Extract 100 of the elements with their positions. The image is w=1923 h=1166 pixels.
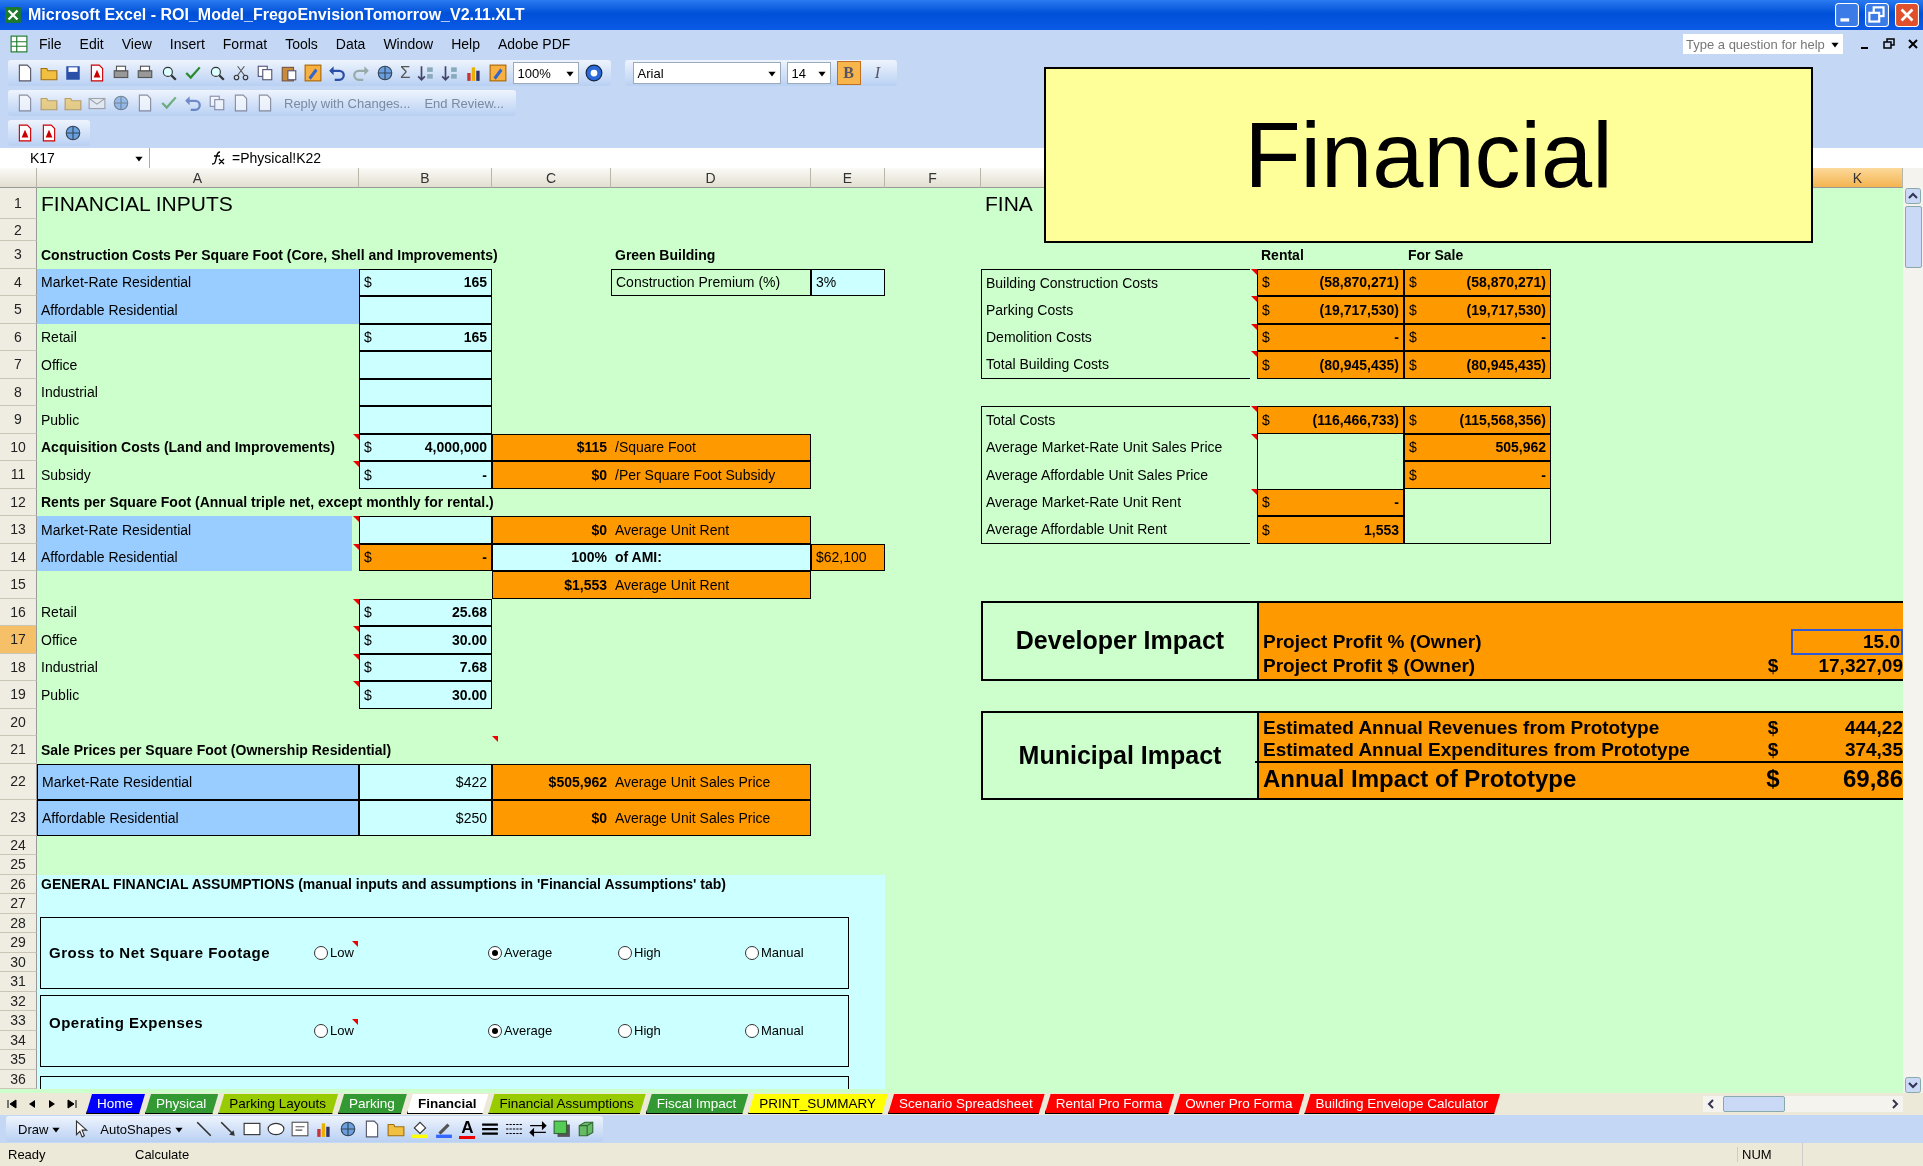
undo-icon[interactable] <box>328 64 346 82</box>
row-header[interactable]: 6 <box>0 323 37 351</box>
rectangle-icon[interactable] <box>243 1120 262 1138</box>
last-sheet-icon[interactable] <box>66 1098 78 1110</box>
sum-button[interactable]: Σ <box>400 63 411 83</box>
value-cell[interactable] <box>359 351 492 379</box>
value-cell[interactable]: $ 4,000,000 <box>359 433 492 461</box>
undo-icon[interactable] <box>184 94 202 112</box>
row-header[interactable]: 8 <box>0 378 37 406</box>
copy-icon[interactable] <box>208 94 226 112</box>
line-icon[interactable] <box>195 1120 214 1138</box>
sheet-tab[interactable]: Financial Assumptions <box>488 1094 646 1114</box>
menu-item[interactable]: View <box>114 34 159 54</box>
menu-item[interactable]: Data <box>328 34 373 54</box>
sheet-tab[interactable]: Home <box>86 1094 145 1114</box>
value-cell[interactable]: $ 7.68 <box>359 653 492 681</box>
first-sheet-icon[interactable] <box>6 1098 18 1110</box>
row-header[interactable]: 12 <box>0 488 37 516</box>
row-header[interactable]: 15 <box>0 571 37 599</box>
search-icon[interactable] <box>208 64 226 82</box>
column-header[interactable]: D <box>611 168 811 188</box>
checkmark-icon[interactable] <box>160 94 178 112</box>
checkmark-icon[interactable] <box>184 64 202 82</box>
shadow-icon[interactable] <box>553 1120 572 1138</box>
row-header[interactable]: 17 <box>0 626 37 654</box>
row-header[interactable]: 29 <box>0 933 37 953</box>
sheet-tab[interactable]: Owner Pro Forma <box>1174 1094 1305 1114</box>
cube-icon[interactable] <box>577 1120 596 1138</box>
row-header[interactable]: 22 <box>0 763 37 800</box>
scroll-thumb[interactable] <box>1904 206 1922 268</box>
bar-chart-icon[interactable] <box>464 64 483 82</box>
radio-button[interactable]: Manual <box>745 1023 804 1038</box>
row-header[interactable]: 10 <box>0 433 37 461</box>
row-header[interactable]: 11 <box>0 461 37 489</box>
document-icon[interactable] <box>136 94 154 112</box>
menu-item[interactable]: File <box>32 34 69 54</box>
value-cell[interactable]: $422 <box>359 763 492 800</box>
impact-value[interactable]: 17,327,09 <box>1791 655 1903 677</box>
menu-item[interactable]: Edit <box>72 34 111 54</box>
row-header[interactable]: 14 <box>0 543 37 571</box>
column-header[interactable]: A <box>37 168 359 188</box>
value-cell[interactable] <box>359 406 492 434</box>
value-cell[interactable]: $250 <box>359 799 492 836</box>
row-header[interactable]: 9 <box>0 406 37 434</box>
row-header[interactable]: 20 <box>0 708 37 736</box>
menu-item[interactable]: Adobe PDF <box>491 34 578 54</box>
row-header[interactable]: 18 <box>0 653 37 681</box>
radio-button[interactable]: Average <box>488 1023 553 1038</box>
sheet-tab[interactable]: PRINT_SUMMARY <box>748 1094 889 1114</box>
value-cell[interactable]: 3% <box>811 268 885 296</box>
format-button[interactable]: I <box>866 62 889 84</box>
horizontal-scrollbar[interactable] <box>1703 1096 1903 1112</box>
row-header[interactable]: 19 <box>0 681 37 709</box>
column-header[interactable]: F <box>885 168 981 188</box>
comment-marker[interactable] <box>352 940 358 947</box>
row-header[interactable]: 23 <box>0 799 37 836</box>
menu-item[interactable]: Format <box>215 34 275 54</box>
text-box-icon[interactable] <box>291 1120 310 1138</box>
restore-icon[interactable] <box>1883 38 1895 50</box>
formula-field[interactable]: =Physical!K22 <box>232 150 322 166</box>
font-color-button[interactable]: A <box>459 1119 476 1139</box>
column-header[interactable]: E <box>811 168 885 188</box>
document-icon[interactable] <box>256 94 274 112</box>
column-header[interactable]: K <box>1813 168 1903 188</box>
value-cell[interactable] <box>359 516 492 544</box>
vertical-scrollbar[interactable] <box>1903 168 1923 1093</box>
menu-item[interactable]: Help <box>444 34 487 54</box>
row-header[interactable]: 5 <box>0 296 37 324</box>
radio-button[interactable]: High <box>618 1023 661 1038</box>
value-cell[interactable]: $ 165 <box>359 268 492 296</box>
row-header[interactable]: 3 <box>0 241 37 269</box>
search-icon[interactable] <box>160 64 178 82</box>
document-icon[interactable] <box>40 124 58 142</box>
comment-marker[interactable] <box>352 1018 358 1025</box>
row-header[interactable]: 13 <box>0 516 37 544</box>
sheet-tab[interactable]: Physical <box>145 1094 219 1114</box>
close-icon[interactable] <box>1907 38 1919 50</box>
clipboard-icon[interactable] <box>280 64 298 82</box>
oval-icon[interactable] <box>267 1120 286 1138</box>
column-header[interactable]: C <box>492 168 611 188</box>
row-header[interactable]: 25 <box>0 855 37 875</box>
drawing-icon[interactable] <box>488 64 507 82</box>
radio-button[interactable]: Average <box>488 945 553 960</box>
value-cell[interactable]: $ 165 <box>359 323 492 351</box>
value-cell[interactable]: $ 25.68 <box>359 598 492 626</box>
sort-icon[interactable] <box>416 64 435 82</box>
fill-color-icon[interactable] <box>411 1120 430 1138</box>
row-header[interactable]: 35 <box>0 1050 37 1070</box>
menu-item[interactable]: Insert <box>162 34 212 54</box>
line-style-icon[interactable] <box>481 1120 500 1138</box>
zoom-field[interactable]: 100% <box>512 62 579 84</box>
document-icon[interactable] <box>16 64 34 82</box>
value-cell[interactable]: $ 30.00 <box>359 626 492 654</box>
column-header[interactable] <box>981 168 1045 188</box>
scroll-down-icon[interactable] <box>1905 1077 1921 1093</box>
sheet-tab[interactable]: Parking Layouts <box>218 1094 339 1114</box>
row-header[interactable]: 31 <box>0 972 37 992</box>
draw-menu-button[interactable]: Draw <box>14 1121 67 1137</box>
help-icon[interactable] <box>584 64 603 82</box>
select-all-corner[interactable] <box>0 168 37 188</box>
